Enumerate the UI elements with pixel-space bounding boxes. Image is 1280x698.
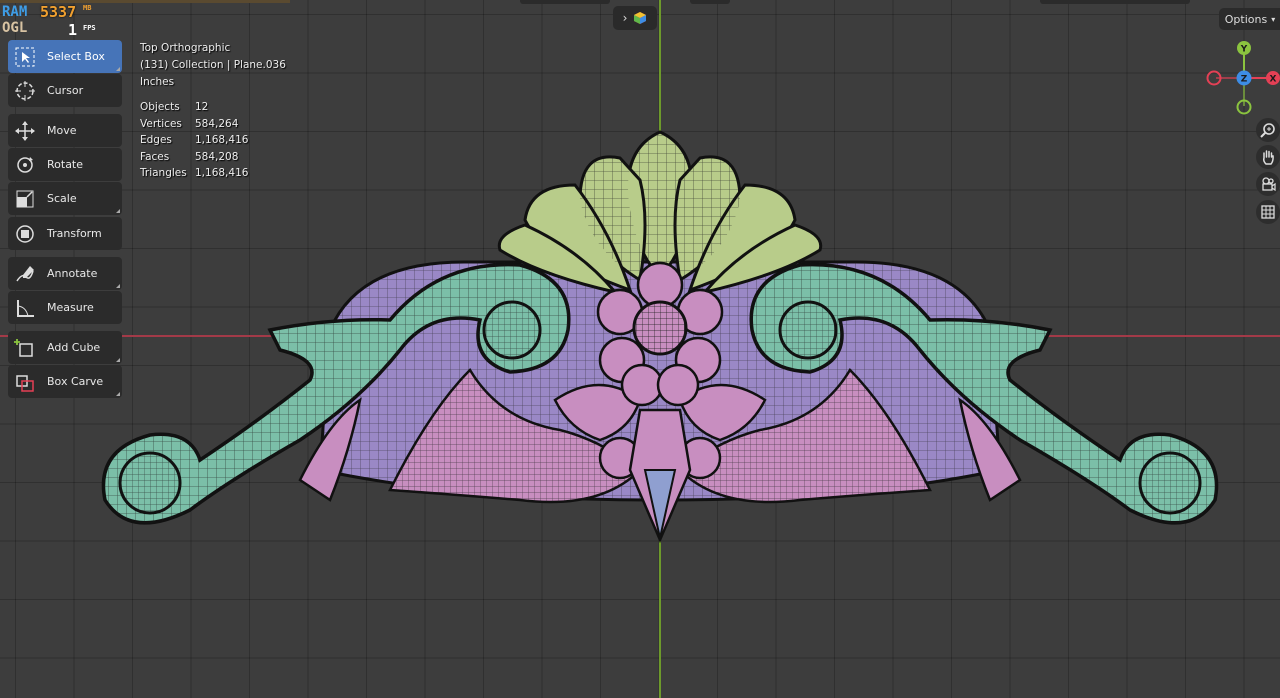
add-cube-icon bbox=[11, 334, 39, 362]
annotate-icon bbox=[11, 260, 39, 288]
active-collection: (131) Collection | Plane.036 bbox=[140, 59, 286, 71]
rotate-icon bbox=[11, 151, 39, 179]
fps-value: 1 bbox=[68, 21, 78, 39]
viewport-info: Top Orthographic (131) Collection | Plan… bbox=[140, 40, 286, 91]
viewport-overlays-toggle[interactable]: › bbox=[613, 6, 657, 30]
stat-row-objects: Objects 12 bbox=[140, 101, 209, 113]
select-box-icon bbox=[11, 43, 39, 71]
stat-row-vertices: Vertices 584,264 bbox=[140, 117, 239, 130]
performance-overlay: RAM OGL 5337 MB 1 FPS bbox=[0, 0, 290, 39]
ogl-label: OGL bbox=[2, 20, 28, 36]
tool-move[interactable]: Move bbox=[8, 114, 122, 147]
tool-label: Transform bbox=[47, 227, 102, 240]
orthographic-toggle-button[interactable] bbox=[1256, 200, 1280, 224]
tool-options-corner bbox=[116, 209, 120, 213]
svg-text:Z: Z bbox=[1241, 75, 1248, 85]
scene-units: Inches bbox=[140, 76, 175, 88]
transform-icon bbox=[11, 220, 39, 248]
tool-label: Add Cube bbox=[47, 341, 101, 354]
tool-annotate[interactable]: Annotate bbox=[8, 257, 122, 290]
ram-label: RAM bbox=[2, 4, 28, 20]
tool-options-corner bbox=[116, 284, 120, 288]
stat-row-edges: Edges 1,168,416 bbox=[140, 134, 249, 146]
zoom-button[interactable] bbox=[1256, 118, 1280, 142]
cursor-icon bbox=[11, 77, 39, 105]
svg-text:Y: Y bbox=[1240, 45, 1248, 55]
tool-measure[interactable]: Measure bbox=[8, 291, 122, 324]
scene-statistics: Objects 12 Vertices 584,264 Edges 1,168,416… bbox=[140, 99, 248, 182]
shading-sphere-icon bbox=[634, 12, 647, 24]
tool-options-corner bbox=[116, 67, 120, 71]
tool-scale[interactable]: Scale bbox=[8, 182, 122, 215]
tool-options-corner bbox=[116, 392, 120, 396]
tool-select-box[interactable]: Select Box bbox=[8, 40, 122, 73]
tool-add-cube[interactable]: Add Cube bbox=[8, 331, 122, 364]
scale-icon bbox=[11, 185, 39, 213]
hand-icon bbox=[1263, 150, 1274, 165]
grid-icon bbox=[1261, 205, 1275, 219]
tool-label: Scale bbox=[47, 192, 77, 205]
tool-options-corner bbox=[116, 358, 120, 362]
tool-rotate[interactable]: Rotate bbox=[8, 148, 122, 181]
tool-label: Annotate bbox=[47, 267, 98, 280]
box-carve-icon bbox=[11, 368, 39, 396]
tool-cursor[interactable]: Cursor bbox=[8, 74, 122, 107]
camera-view-button[interactable] bbox=[1256, 172, 1280, 196]
stat-row-faces: Faces 584,208 bbox=[140, 150, 239, 163]
camera-icon bbox=[1262, 177, 1276, 192]
tool-label: Rotate bbox=[47, 158, 84, 171]
tool-label: Measure bbox=[47, 301, 94, 314]
ram-value: 5337 bbox=[40, 3, 77, 21]
tool-box-carve[interactable]: Box Carve bbox=[8, 365, 122, 398]
stat-row-triangles: Triangles 1,168,416 bbox=[140, 167, 249, 179]
pan-button[interactable] bbox=[1256, 145, 1280, 169]
options-button[interactable]: Options ▾ bbox=[1219, 8, 1280, 30]
options-label: Options bbox=[1224, 12, 1268, 26]
move-icon bbox=[11, 117, 39, 145]
tool-label: Box Carve bbox=[47, 375, 104, 388]
tool-label: Move bbox=[47, 124, 77, 137]
zoom-icon bbox=[1260, 123, 1275, 138]
chevron-down-icon: ▾ bbox=[1271, 14, 1276, 24]
chevron-right-icon: › bbox=[622, 11, 628, 25]
tool-transform[interactable]: Transform bbox=[8, 217, 122, 250]
tool-label: Select Box bbox=[47, 50, 105, 63]
fps-unit: FPS bbox=[83, 24, 96, 32]
tool-label: Cursor bbox=[47, 84, 84, 97]
svg-text:X: X bbox=[1270, 75, 1277, 85]
ram-unit: MB bbox=[83, 4, 92, 12]
navigation-gizmo[interactable]: Y X Z bbox=[1200, 38, 1280, 118]
measure-icon bbox=[11, 294, 39, 322]
view-name: Top Orthographic bbox=[140, 42, 231, 54]
